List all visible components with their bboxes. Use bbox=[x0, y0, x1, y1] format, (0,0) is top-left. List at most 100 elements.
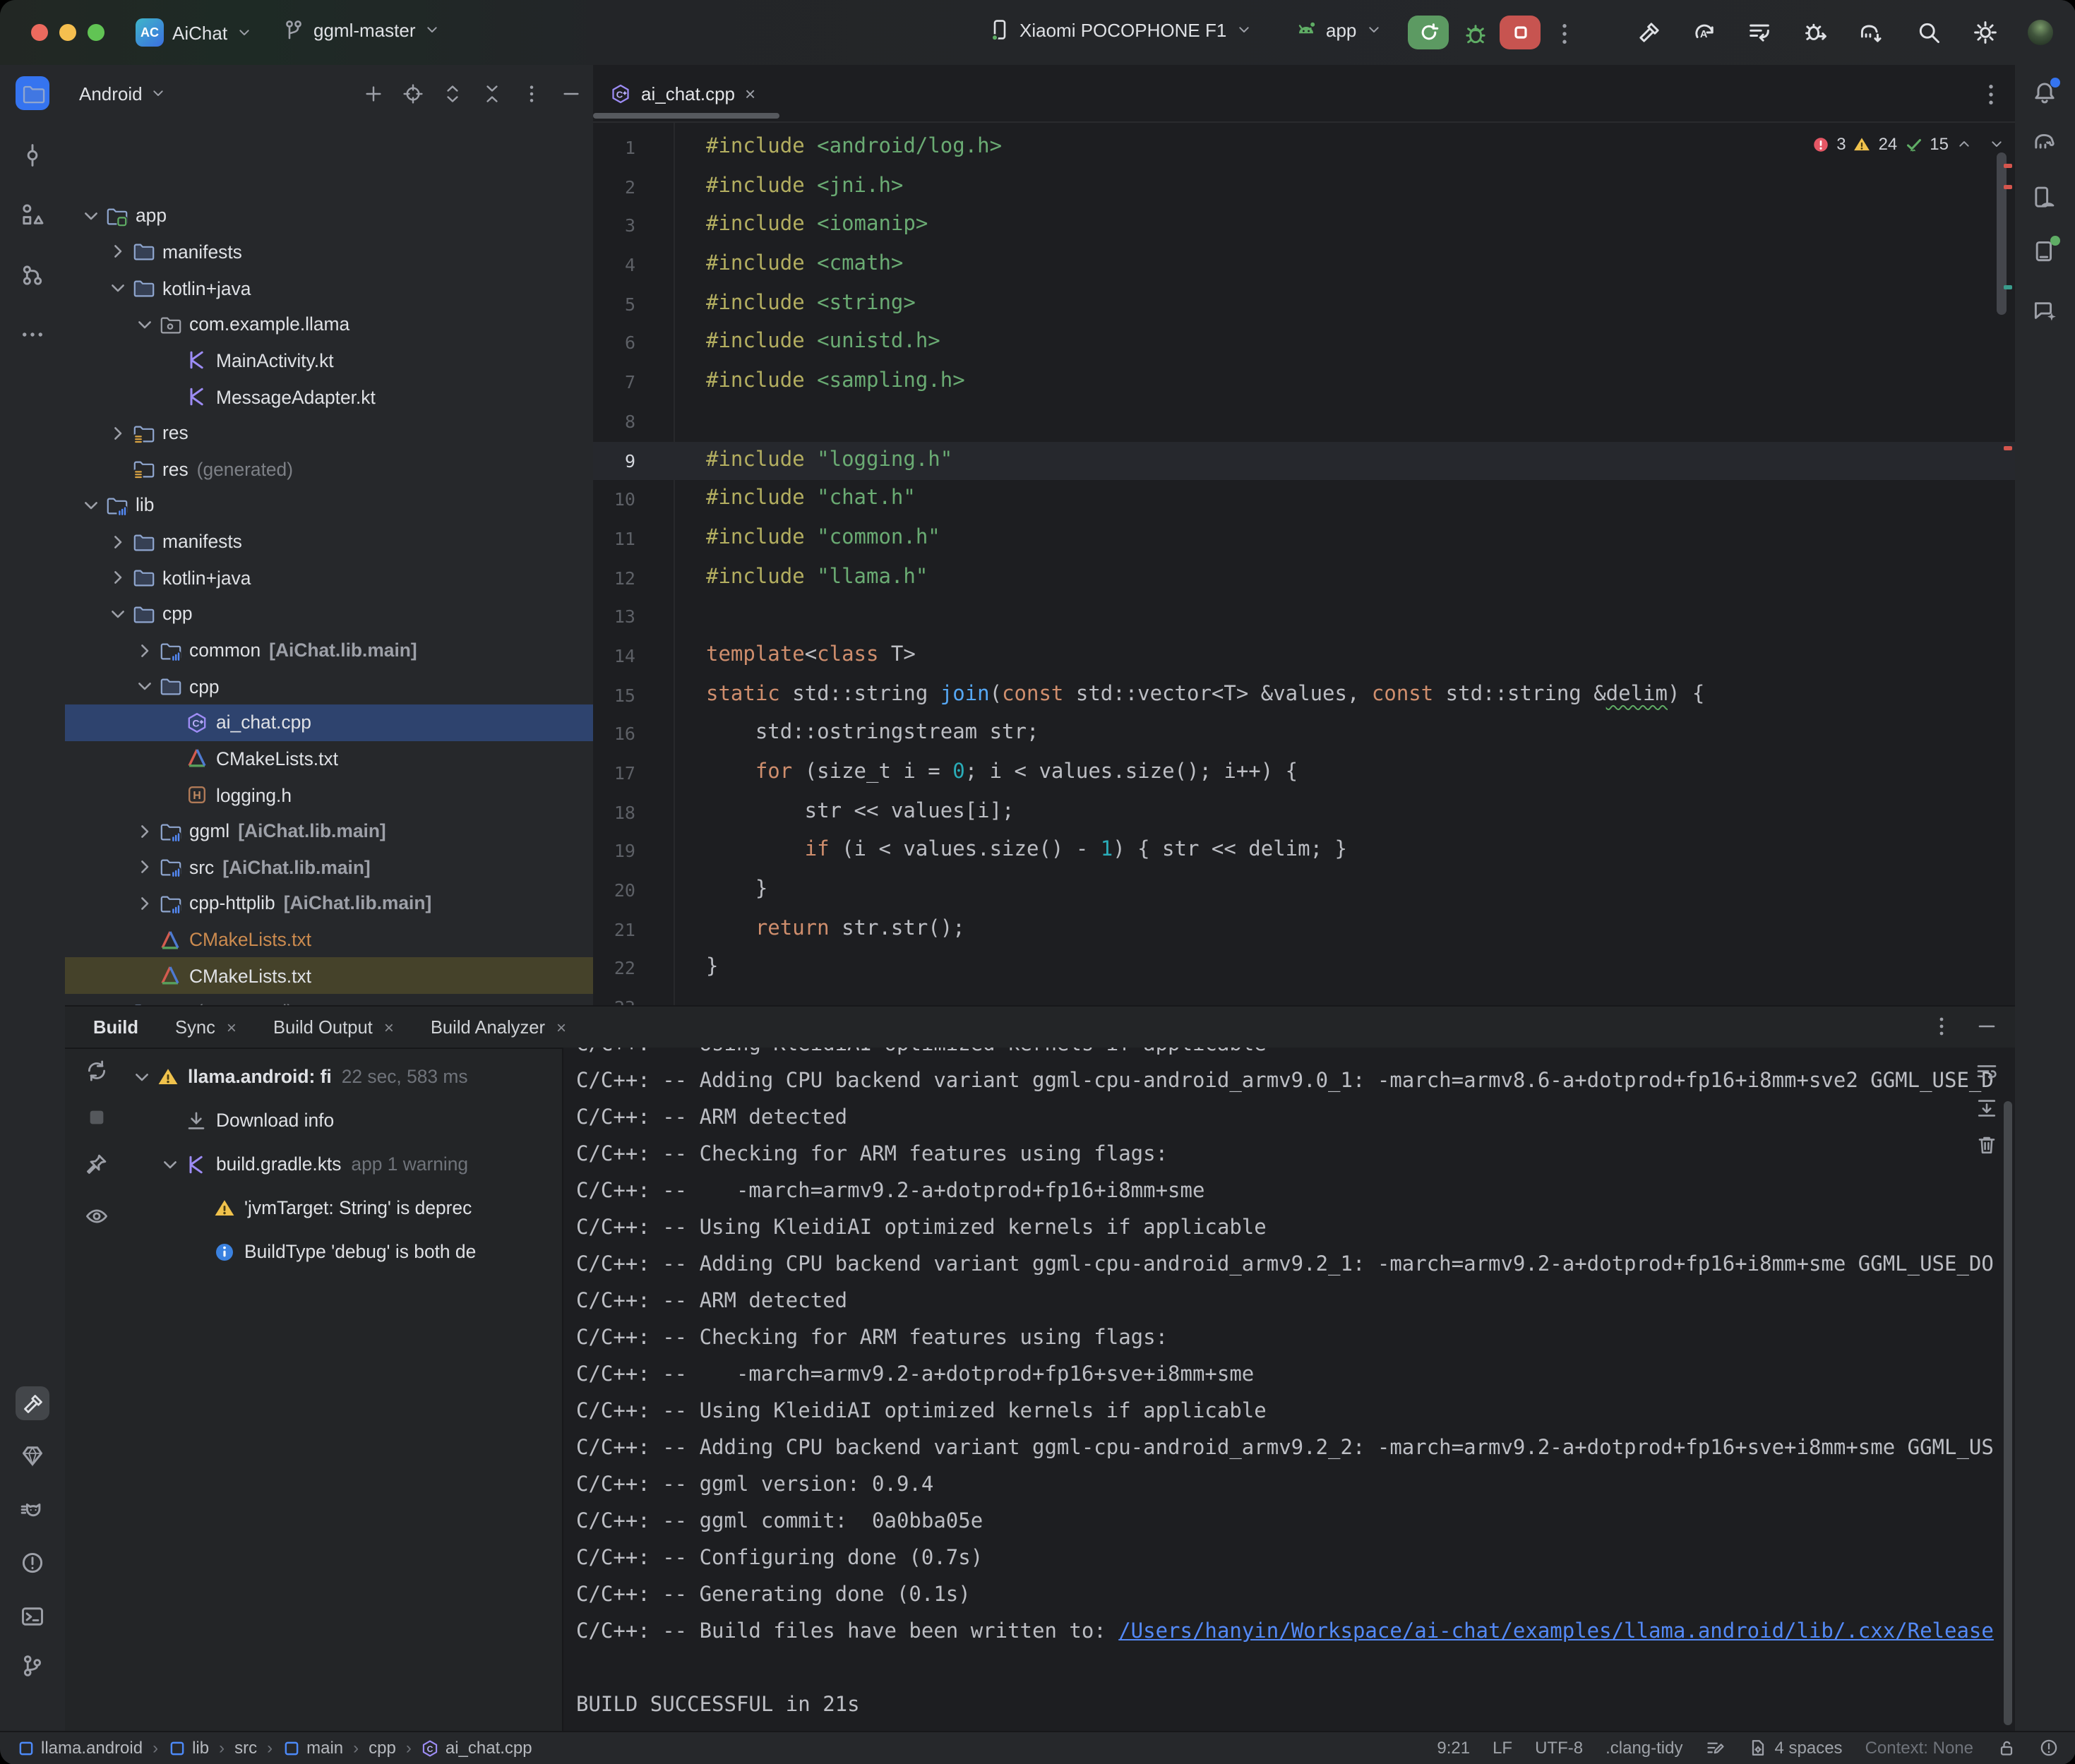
next-problem-icon[interactable] bbox=[1988, 136, 2005, 152]
code-line-1[interactable]: 1#include <android/log.h> bbox=[593, 128, 2015, 167]
tab-build-analyzer[interactable]: Build Analyzer× bbox=[431, 1016, 566, 1038]
breadcrumb-item-llama-android[interactable]: llama.android bbox=[17, 1739, 143, 1758]
chevron-right-icon[interactable] bbox=[133, 856, 157, 879]
debug-button[interactable] bbox=[1463, 21, 1488, 47]
tree-item-kotlin-java[interactable]: kotlin+java bbox=[65, 560, 593, 596]
gradle-sync-button[interactable] bbox=[1858, 20, 1884, 45]
code-line-15[interactable]: 15static std::string join(const std::vec… bbox=[593, 676, 2015, 714]
sidebar-item-commit[interactable] bbox=[20, 143, 45, 168]
build-tree-item-download-info[interactable]: Download info bbox=[127, 1098, 559, 1142]
chevron-right-icon[interactable] bbox=[133, 892, 157, 915]
chevron-right-icon[interactable] bbox=[133, 820, 157, 842]
tree-item-ai-chat-cpp[interactable]: Cai_chat.cpp bbox=[65, 704, 593, 740]
sidebar-item-structure[interactable] bbox=[20, 202, 45, 227]
stop-button[interactable] bbox=[1500, 16, 1541, 49]
breadcrumb-item-ai-chat-cpp[interactable]: Cai_chat.cpp bbox=[421, 1739, 532, 1758]
rerun-sync-button[interactable] bbox=[85, 1059, 110, 1084]
previous-problem-icon[interactable] bbox=[1956, 136, 1973, 152]
formatter-icon[interactable] bbox=[1706, 1739, 1726, 1758]
code-line-13[interactable]: 13 bbox=[593, 598, 2015, 637]
run-options-menu[interactable] bbox=[1552, 21, 1577, 47]
select-opened-file-icon[interactable] bbox=[402, 83, 424, 104]
breadcrumb-item-lib[interactable]: lib bbox=[168, 1739, 209, 1758]
chevron-down-icon[interactable] bbox=[106, 603, 130, 625]
code-line-3[interactable]: 3#include <iomanip> bbox=[593, 207, 2015, 246]
tree-item-kotlin-java[interactable]: kotlin+java bbox=[65, 270, 593, 306]
sidebar-item-build[interactable] bbox=[16, 1386, 49, 1420]
scroll-to-end-icon[interactable] bbox=[1975, 1097, 1998, 1120]
code-line-12[interactable]: 12#include "llama.h" bbox=[593, 558, 2015, 597]
build-tree-item-buildtype-debug-is-both-de[interactable]: BuildType 'debug' is both de bbox=[127, 1230, 559, 1273]
code-line-11[interactable]: 11#include "common.h" bbox=[593, 520, 2015, 558]
attach-debugger-button[interactable] bbox=[1803, 20, 1829, 45]
tree-item-messageadapter-kt[interactable]: MessageAdapter.kt bbox=[65, 378, 593, 414]
project-widget[interactable]: AC AiChat bbox=[136, 18, 253, 47]
chevron-right-icon[interactable] bbox=[106, 241, 130, 263]
sidebar-item-pull-requests[interactable] bbox=[20, 263, 45, 288]
sidebar-item-device-manager[interactable] bbox=[2032, 185, 2057, 210]
tree-item-cpp[interactable]: cpp bbox=[65, 596, 593, 632]
avatar[interactable] bbox=[2028, 20, 2053, 45]
apply-code-changes-button[interactable] bbox=[1747, 20, 1772, 45]
code-line-23[interactable]: 23 bbox=[593, 988, 2015, 1005]
code-line-17[interactable]: 17 for (size_t i = 0; i < values.size();… bbox=[593, 754, 2015, 793]
close-tab-icon[interactable]: × bbox=[745, 83, 755, 104]
tree-item-cpp-httplib[interactable]: cpp-httplib[AiChat.lib.main] bbox=[65, 885, 593, 921]
clear-all-icon[interactable] bbox=[1975, 1134, 1998, 1156]
tree-item-com-example-llama[interactable]: com.example.llama bbox=[65, 306, 593, 342]
tree-item-manifests[interactable]: manifests bbox=[65, 234, 593, 270]
chevron-down-icon[interactable] bbox=[79, 494, 103, 517]
chevron-right-icon[interactable] bbox=[106, 530, 130, 553]
context-widget[interactable]: Context: None bbox=[1865, 1739, 1973, 1758]
tree-item-res[interactable]: res(generated) bbox=[65, 451, 593, 487]
chevron-down-icon[interactable] bbox=[130, 1065, 154, 1088]
zoom-window-button[interactable] bbox=[88, 24, 104, 41]
chevron-right-icon[interactable] bbox=[133, 639, 157, 661]
chevron-right-icon[interactable] bbox=[106, 421, 130, 444]
hide-panel-icon[interactable] bbox=[1975, 1015, 1998, 1038]
caret-position[interactable]: 9:21 bbox=[1437, 1739, 1470, 1758]
tree-item-manifests[interactable]: manifests bbox=[65, 524, 593, 560]
options-menu-icon[interactable] bbox=[521, 83, 542, 104]
code-line-20[interactable]: 20 } bbox=[593, 871, 2015, 910]
tree-item-logging-h[interactable]: Hlogging.h bbox=[65, 777, 593, 813]
code-line-18[interactable]: 18 str << values[i]; bbox=[593, 793, 2015, 832]
breadcrumb[interactable]: llama.android›lib›src›main›cpp›Cai_chat.… bbox=[0, 1739, 532, 1758]
vertical-scrollbar[interactable] bbox=[1997, 152, 2007, 315]
build-tree-item-jvmtarget-string-is-deprec[interactable]: 'jvmTarget: String' is deprec bbox=[127, 1186, 559, 1230]
code-line-8[interactable]: 8 bbox=[593, 402, 2015, 441]
tree-item-res[interactable]: res bbox=[65, 415, 593, 451]
close-window-button[interactable] bbox=[31, 24, 48, 41]
code-line-16[interactable]: 16 std::ostringstream str; bbox=[593, 715, 2015, 754]
sidebar-item-gradle[interactable] bbox=[2032, 128, 2057, 154]
error-stripe-mark[interactable] bbox=[2004, 164, 2012, 168]
code-line-9[interactable]: 9#include "logging.h" bbox=[593, 441, 2015, 480]
tree-item-common[interactable]: common[AiChat.lib.main] bbox=[65, 632, 593, 668]
chevron-down-icon[interactable] bbox=[133, 313, 157, 335]
show-passed-button[interactable] bbox=[85, 1204, 110, 1230]
code-line-21[interactable]: 21 return str.str(); bbox=[593, 911, 2015, 949]
chevron-down-icon[interactable] bbox=[133, 675, 157, 697]
code-line-5[interactable]: 5#include <string> bbox=[593, 285, 2015, 324]
chevron-down-icon[interactable] bbox=[106, 277, 130, 299]
line-separator[interactable]: LF bbox=[1493, 1739, 1512, 1758]
expand-all-icon[interactable] bbox=[442, 83, 463, 104]
tree-item-mainactivity-kt[interactable]: MainActivity.kt bbox=[65, 342, 593, 378]
tree-item-res[interactable]: res(generated) bbox=[65, 994, 593, 1005]
breadcrumb-item-main[interactable]: main bbox=[282, 1739, 343, 1758]
indent-widget[interactable]: 4 spaces bbox=[1748, 1739, 1843, 1758]
search-everywhere-button[interactable] bbox=[1916, 20, 1942, 45]
clang-tidy-widget[interactable]: .clang-tidy bbox=[1605, 1739, 1682, 1758]
inspections-widget[interactable]: 3 24 15 bbox=[1811, 130, 2005, 158]
breadcrumb-item-src[interactable]: src bbox=[234, 1739, 257, 1758]
hide-panel-icon[interactable] bbox=[561, 83, 582, 104]
tree-item-src[interactable]: src[AiChat.lib.main] bbox=[65, 849, 593, 885]
sidebar-item-problems[interactable] bbox=[20, 1550, 45, 1576]
vcs-branch-widget[interactable]: ggml-master bbox=[282, 18, 441, 41]
apply-changes-button[interactable]: A bbox=[1692, 20, 1717, 45]
file-encoding[interactable]: UTF-8 bbox=[1535, 1739, 1583, 1758]
console-scrollbar[interactable] bbox=[2004, 1101, 2012, 1725]
build-console[interactable]: C/C++: -- Using KleidiAI optimized kerne… bbox=[562, 1048, 2015, 1734]
sidebar-item-app-quality-insights[interactable] bbox=[20, 1443, 45, 1468]
lock-icon[interactable] bbox=[1996, 1739, 2016, 1758]
